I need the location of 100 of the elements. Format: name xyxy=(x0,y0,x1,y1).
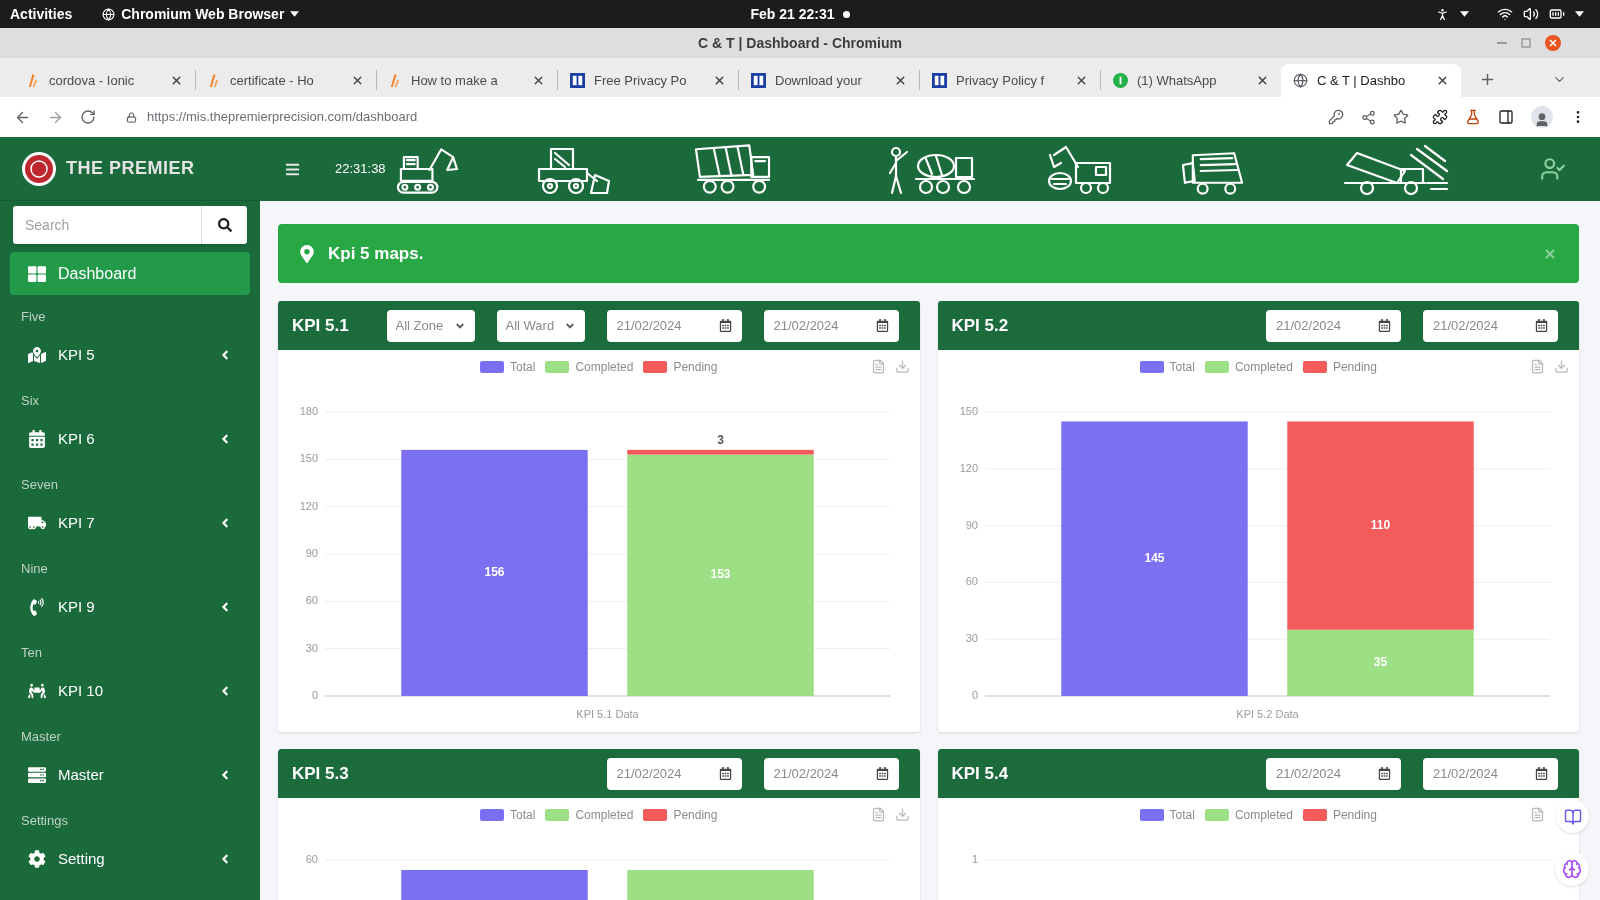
section-heading: Nine xyxy=(21,559,48,578)
legend-swatch-icon[interactable] xyxy=(1204,360,1229,373)
close-icon[interactable] xyxy=(532,74,545,87)
y-axis-tick-label: 1 xyxy=(971,852,978,865)
date-field[interactable]: 21/02/2024 xyxy=(1423,757,1558,790)
calendar-icon xyxy=(718,319,732,332)
legend-label[interactable]: Total xyxy=(510,357,536,376)
nav-link[interactable]: KPI 7 xyxy=(10,499,250,547)
user-check-icon[interactable] xyxy=(1540,156,1566,182)
volume-icon[interactable] xyxy=(1523,6,1539,22)
key-icon[interactable] xyxy=(1328,109,1344,125)
legend-label[interactable]: Completed xyxy=(1234,805,1293,824)
battery-icon[interactable] xyxy=(1549,6,1565,22)
nav-link[interactable]: Setting xyxy=(10,835,250,883)
legend-swatch-icon[interactable] xyxy=(545,360,570,373)
close-icon[interactable] xyxy=(351,74,364,87)
legend-swatch-icon[interactable] xyxy=(643,360,668,373)
legend-swatch-icon[interactable] xyxy=(1139,808,1164,821)
download-icon[interactable] xyxy=(1554,359,1569,374)
wifi-icon[interactable] xyxy=(1497,6,1513,22)
dropdown-select[interactable]: All Ward xyxy=(496,309,585,342)
address-bar-url[interactable]: https://mis.thepremierprecision.com/dashboard xyxy=(147,107,418,127)
legend-swatch-icon[interactable] xyxy=(643,808,668,821)
globe-favicon-icon xyxy=(1293,73,1308,88)
phone-icon xyxy=(28,598,46,616)
legend-swatch-icon[interactable] xyxy=(545,808,570,821)
truck-icon xyxy=(28,514,46,532)
clock[interactable]: Feb 21 22:31 xyxy=(750,3,835,25)
legend-label[interactable]: Pending xyxy=(673,805,718,824)
share-icon[interactable] xyxy=(1361,109,1376,125)
caret-down-icon[interactable] xyxy=(1575,11,1584,17)
chart-bar[interactable] xyxy=(627,449,814,455)
document-icon[interactable] xyxy=(1530,807,1545,822)
card-title: KPI 5.2 xyxy=(951,314,1009,337)
date-field[interactable]: 21/02/2024 xyxy=(1423,309,1558,342)
side-panel-icon[interactable] xyxy=(1498,109,1514,125)
legend-swatch-icon[interactable] xyxy=(1204,808,1229,821)
legend-swatch-icon[interactable] xyxy=(480,808,505,821)
date-field[interactable]: 21/02/2024 xyxy=(606,757,742,790)
close-icon[interactable] xyxy=(713,74,726,87)
document-icon[interactable] xyxy=(870,807,886,822)
maximize-icon[interactable] xyxy=(1521,38,1531,48)
legend-label[interactable]: Total xyxy=(1169,805,1195,824)
app-menu[interactable]: Chromium Web Browser xyxy=(121,3,285,25)
date-field[interactable]: 21/02/2024 xyxy=(763,309,899,342)
activities-button[interactable]: Activities xyxy=(10,3,73,25)
close-icon[interactable] xyxy=(1436,74,1449,87)
dashboard-link[interactable]: Dashboard xyxy=(10,252,250,295)
slanted-strokes-favicon-icon xyxy=(208,73,221,88)
star-icon[interactable] xyxy=(1393,109,1409,125)
section-heading: Six xyxy=(21,391,40,410)
nav-link[interactable]: KPI 10 xyxy=(10,667,250,715)
nav-link[interactable]: KPI 9 xyxy=(10,583,250,631)
new-tab-icon[interactable] xyxy=(1479,71,1496,88)
browser-tab[interactable]: C & T | Dashbo xyxy=(1281,64,1461,97)
legend-label[interactable]: Completed xyxy=(575,805,634,824)
nav-link[interactable]: KPI 6 xyxy=(10,415,250,463)
calendar-icon xyxy=(1378,319,1391,332)
bar-value-label: 145 xyxy=(1144,550,1164,565)
legend-label[interactable]: Pending xyxy=(1332,357,1377,376)
close-icon[interactable] xyxy=(894,74,907,87)
menu-icon[interactable] xyxy=(285,161,300,177)
nav-link[interactable]: KPI 5 xyxy=(10,331,250,379)
puzzle-icon[interactable] xyxy=(1432,109,1448,125)
legend-label[interactable]: Total xyxy=(1169,357,1195,376)
legend-swatch-icon[interactable] xyxy=(1302,360,1327,373)
legend-swatch-icon[interactable] xyxy=(1302,808,1327,821)
close-icon[interactable] xyxy=(170,74,183,87)
caret-down-icon[interactable] xyxy=(1460,11,1469,17)
legend-label[interactable]: Total xyxy=(510,805,536,824)
dropdown-select[interactable]: All Zone xyxy=(386,309,475,342)
date-field[interactable]: 21/02/2024 xyxy=(606,309,742,342)
date-field[interactable]: 21/02/2024 xyxy=(1266,757,1401,790)
flask-icon[interactable] xyxy=(1465,109,1481,125)
document-icon[interactable] xyxy=(870,359,886,374)
accessibility-icon[interactable] xyxy=(1435,6,1450,22)
search-field[interactable]: Search xyxy=(13,206,201,244)
close-icon[interactable] xyxy=(1256,74,1269,87)
legend-swatch-icon[interactable] xyxy=(1139,360,1164,373)
date-field[interactable]: 21/02/2024 xyxy=(763,757,899,790)
download-icon[interactable] xyxy=(894,359,910,374)
legend-label[interactable]: Completed xyxy=(1234,357,1293,376)
legend-label[interactable]: Pending xyxy=(673,357,718,376)
close-icon[interactable] xyxy=(1075,74,1088,87)
profile-icon[interactable] xyxy=(1531,106,1553,128)
y-axis-tick-label: 180 xyxy=(299,404,318,417)
section-heading: Ten xyxy=(21,643,42,662)
reload-icon[interactable] xyxy=(80,109,96,125)
nav-link[interactable]: Master xyxy=(10,751,250,799)
caret-down-icon[interactable] xyxy=(290,11,300,17)
search-button[interactable] xyxy=(201,206,247,244)
download-icon[interactable] xyxy=(894,807,910,822)
document-icon[interactable] xyxy=(1530,359,1545,374)
legend-label[interactable]: Completed xyxy=(575,357,634,376)
search-icon xyxy=(217,218,232,232)
brain-button[interactable] xyxy=(1555,852,1589,886)
date-field[interactable]: 21/02/2024 xyxy=(1266,309,1401,342)
legend-swatch-icon[interactable] xyxy=(480,360,505,373)
legend-label[interactable]: Pending xyxy=(1332,805,1377,824)
slanted-strokes-favicon-icon xyxy=(27,73,40,88)
